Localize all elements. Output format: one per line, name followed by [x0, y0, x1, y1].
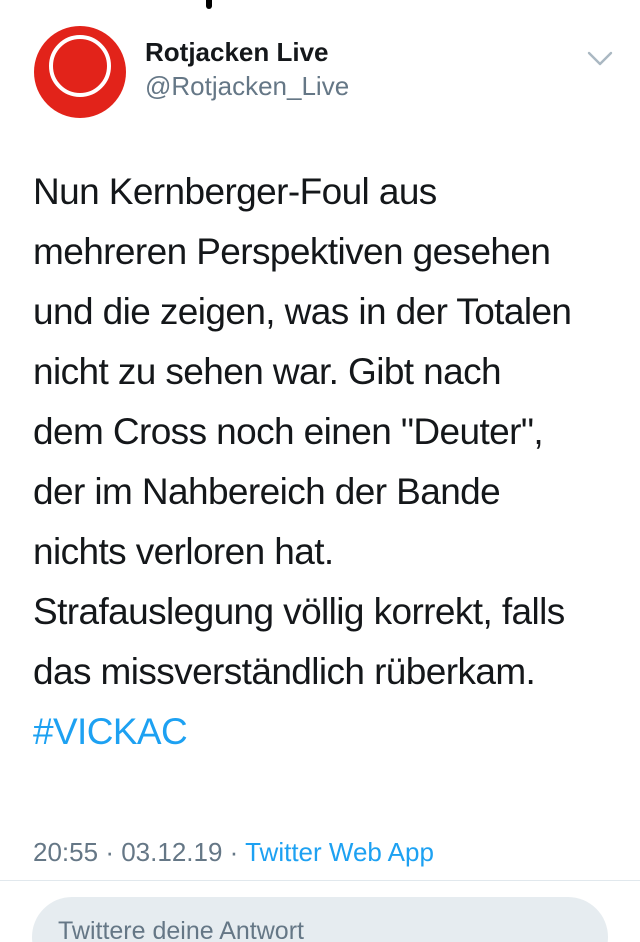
divider	[0, 880, 640, 881]
tweet-time: 20:55	[33, 837, 99, 867]
user-handle[interactable]: @Rotjacken_Live	[145, 70, 349, 102]
meta-separator: ·	[229, 837, 239, 867]
reply-input[interactable]: Twittere deine Antwort	[32, 897, 608, 942]
tweet-detail-screen: Rotjacken Live @Rotjacken_Live Nun Kernb…	[0, 0, 640, 942]
meta-separator: ·	[105, 837, 114, 867]
tweet-text-line: Nun Kernberger-Foul aus	[33, 171, 437, 212]
author-block[interactable]: Rotjacken Live @Rotjacken_Live	[145, 36, 349, 102]
tweet-text-line: mehreren Perspektiven gesehen	[33, 231, 551, 272]
chevron-down-icon[interactable]	[586, 44, 614, 72]
tweet-text-line: dem Cross noch einen "Deuter",	[33, 411, 544, 452]
hashtag-link[interactable]: #VICKAC	[33, 702, 623, 762]
tweet-text-line: und die zeigen, was in der Totalen	[33, 291, 572, 332]
tweet-text-line: nicht zu sehen war. Gibt nach	[33, 351, 502, 392]
tweet-text-line: das missverständlich rüberkam.	[33, 651, 536, 692]
avatar[interactable]	[34, 26, 126, 118]
tweet-text: Nun Kernberger-Foul aus mehreren Perspek…	[33, 162, 623, 762]
tweet-meta: 20:55 · 03.12.19 · Twitter Web App	[33, 835, 434, 869]
kac-live-logo	[34, 26, 126, 118]
tweet-text-line: Strafauslegung völlig korrekt, falls	[33, 591, 565, 632]
tweet-text-line: der im Nahbereich der Bande	[33, 471, 501, 512]
reply-placeholder: Twittere deine Antwort	[58, 917, 304, 942]
tweet-header: Rotjacken Live @Rotjacken_Live	[0, 0, 640, 130]
tweet-text-line: nichts verloren hat.	[33, 531, 334, 572]
display-name[interactable]: Rotjacken Live	[145, 36, 349, 68]
tweet-source-link[interactable]: Twitter Web App	[245, 837, 434, 867]
tweet-date: 03.12.19	[121, 837, 223, 867]
